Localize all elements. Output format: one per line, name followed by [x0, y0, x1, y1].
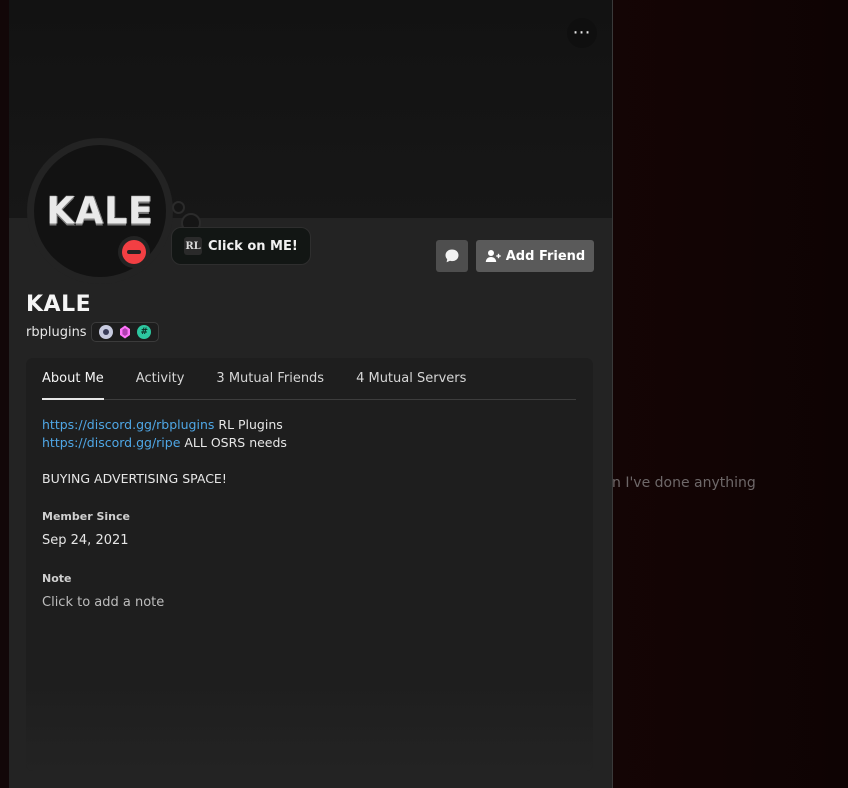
background-sidebar-edge	[0, 40, 8, 340]
member-since-date: Sep 24, 2021	[42, 533, 129, 548]
badge-list: #	[91, 322, 159, 342]
more-options-button[interactable]: ⋯	[567, 18, 597, 48]
tab-activity[interactable]: Activity	[136, 358, 185, 399]
about-line-1: https://discord.gg/rbplugins RL Plugins	[42, 416, 562, 434]
tab-mutual-servers[interactable]: 4 Mutual Servers	[356, 358, 466, 399]
background-chat-text: n I've done anything	[612, 475, 756, 491]
ripe-invite-link[interactable]: https://discord.gg/ripe	[42, 435, 180, 450]
more-horizontal-icon: ⋯	[572, 22, 592, 43]
send-message-button[interactable]	[436, 240, 468, 272]
about-line-2-text: ALL OSRS needs	[180, 435, 287, 450]
username[interactable]: rbplugins	[26, 325, 87, 340]
about-line-2: https://discord.gg/ripe ALL OSRS needs	[42, 434, 562, 452]
rbplugins-invite-link[interactable]: https://discord.gg/rbplugins	[42, 417, 214, 432]
note-heading: Note	[42, 572, 72, 585]
do-not-disturb-status-icon	[122, 240, 146, 264]
add-friend-label: Add Friend	[505, 248, 586, 264]
boost-badge-icon[interactable]	[118, 325, 132, 339]
member-since-heading: Member Since	[42, 510, 130, 523]
profile-content-card: About Me Activity 3 Mutual Friends 4 Mut…	[26, 358, 593, 771]
profile-tabs: About Me Activity 3 Mutual Friends 4 Mut…	[42, 358, 576, 400]
rl-logo-icon: RL	[184, 237, 202, 255]
tab-about-me[interactable]: About Me	[42, 358, 104, 400]
boost-gem-icon	[119, 325, 130, 339]
hashtag-badge-icon[interactable]: #	[137, 325, 152, 339]
message-bubble-icon	[445, 249, 459, 263]
note-input[interactable]: Click to add a note	[42, 595, 164, 610]
about-line-3: BUYING ADVERTISING SPACE!	[42, 471, 227, 486]
display-name: KALE	[26, 292, 92, 317]
about-line-1-text: RL Plugins	[214, 417, 283, 432]
avatar-logo-text: KALE	[46, 189, 154, 233]
custom-status-bubble[interactable]: RL Click on ME!	[171, 227, 311, 265]
custom-status-text: Click on ME!	[208, 238, 298, 254]
tab-mutual-friends[interactable]: 3 Mutual Friends	[216, 358, 324, 399]
about-me-text: https://discord.gg/rbplugins RL Plugins …	[42, 416, 562, 488]
nitro-badge-icon[interactable]	[98, 325, 113, 339]
add-user-icon	[485, 250, 501, 262]
add-friend-button[interactable]: Add Friend	[476, 240, 594, 272]
user-profile-modal: ⋯ KALE RL Click on ME! Add Friend KALE r…	[9, 0, 613, 788]
status-bubble-dot-small	[172, 201, 185, 214]
